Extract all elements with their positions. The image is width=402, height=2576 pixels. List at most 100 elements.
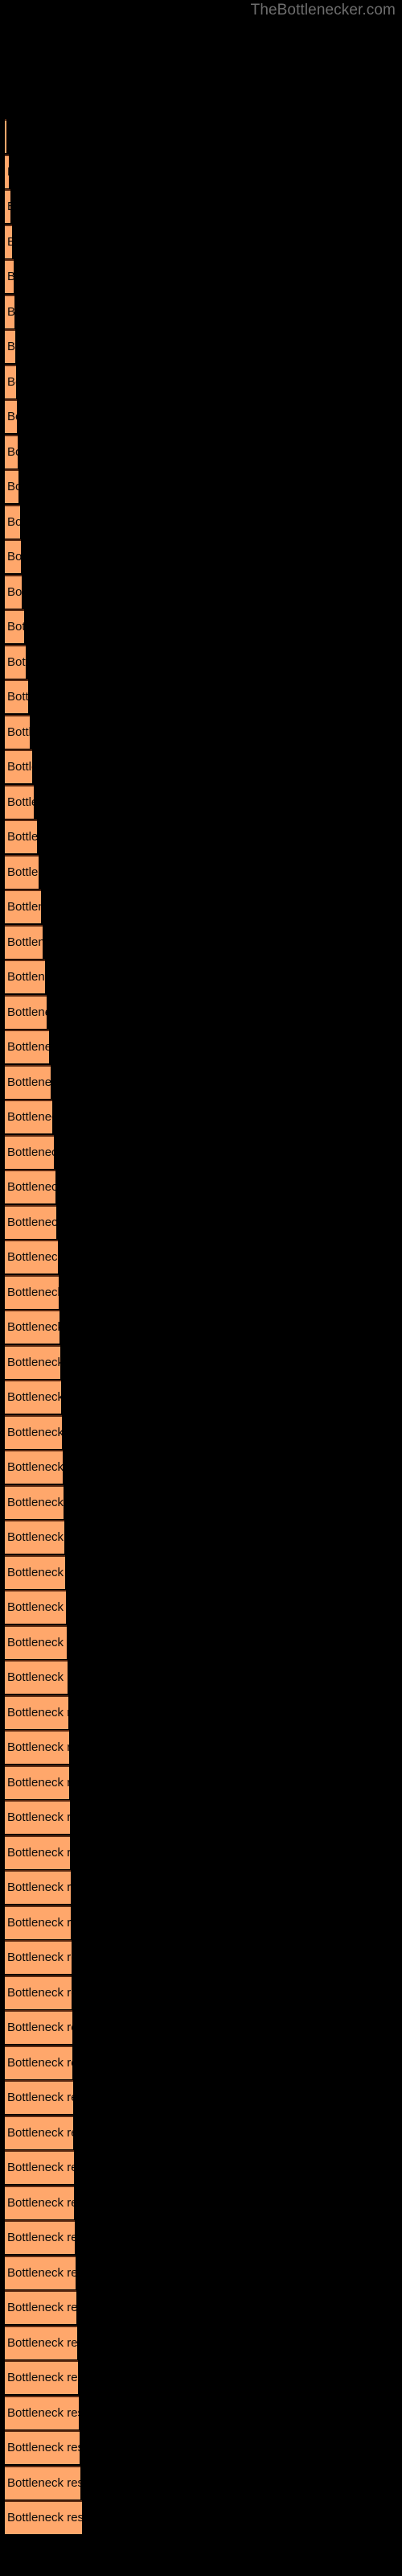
bar-label-clip: Bottleneck result bbox=[5, 785, 34, 819]
bar-label-clip: Bottleneck result bbox=[5, 1310, 59, 1344]
bar-label-clip: Bottleneck result bbox=[5, 715, 30, 749]
bar-label: Bottleneck result bbox=[7, 1180, 55, 1194]
bar-label-clip: Bottleneck result bbox=[5, 1625, 67, 1659]
bar-label-clip: Bottleneck result bbox=[5, 925, 43, 959]
bar-label: Bottleneck result bbox=[7, 1355, 60, 1369]
bar-label-clip: Bottleneck result bbox=[5, 1765, 69, 1799]
bar-label: Bottleneck result bbox=[7, 1110, 52, 1124]
bar-label-clip: Bottleneck result bbox=[5, 890, 41, 923]
bar-label-clip: Bottleneck result bbox=[5, 2186, 74, 2219]
bar-label: Bottleneck result bbox=[7, 2265, 76, 2280]
bar-label-clip: Bottleneck result bbox=[5, 1345, 60, 1379]
bar-label-clip: Bottleneck result bbox=[5, 1170, 55, 1203]
bar-label-clip: Bottleneck result bbox=[5, 1100, 52, 1133]
bar-label: Bottleneck result bbox=[7, 1985, 72, 2000]
bar-label-clip: Bottleneck result bbox=[5, 2150, 74, 2184]
bar-label: Bottleneck result bbox=[7, 1005, 47, 1019]
bar-label-clip: Bottleneck result bbox=[5, 1800, 70, 1834]
bar-label-clip: Bottleneck result bbox=[5, 2010, 72, 2044]
bar-label-clip: Bottleneck result bbox=[5, 1065, 51, 1099]
bar-label: Bottleneck result bbox=[7, 620, 24, 634]
bar-label-clip: Bottleneck result bbox=[5, 1205, 56, 1239]
bar-label-clip: Bottleneck result bbox=[5, 1030, 49, 1063]
bar-label: Bottleneck result bbox=[7, 1600, 66, 1614]
bar-label: Bottleneck result bbox=[7, 1530, 64, 1544]
bar-label-clip: Bottleneck result bbox=[5, 155, 9, 188]
bar-label: Bottleneck result bbox=[7, 1880, 71, 1894]
bar-label-clip: Bottleneck result bbox=[5, 435, 18, 469]
bar-label: Bottleneck result bbox=[7, 304, 14, 319]
bar-label: Bottleneck result bbox=[7, 1740, 69, 1754]
bar-label: Bottleneck result bbox=[7, 550, 21, 564]
bar-label: Bottleneck result bbox=[7, 480, 18, 493]
bar-label: Bottleneck result bbox=[7, 1075, 51, 1089]
bar-label: Bottleneck result bbox=[7, 2161, 74, 2174]
bar-label-clip: Bottleneck result bbox=[5, 1520, 64, 1554]
bar-label: Bottleneck result bbox=[7, 935, 43, 949]
bar-label-clip: Bottleneck result bbox=[5, 1450, 63, 1484]
bar-label: Bottleneck result bbox=[7, 340, 15, 353]
bar-label-clip: Bottleneck result bbox=[5, 1275, 59, 1309]
bar-label: Bottleneck result bbox=[7, 2055, 72, 2070]
bar-label: Bottleneck result bbox=[7, 724, 30, 739]
bar-label: Bottleneck result bbox=[7, 2371, 78, 2384]
bar-label-clip: Bottleneck result bbox=[5, 1555, 65, 1589]
bar-label: Bottleneck result bbox=[7, 2441, 80, 2454]
bar-label: Bottleneck result bbox=[7, 270, 14, 283]
bar-label-clip: Bottleneck result bbox=[5, 2396, 79, 2429]
bar-label: Bottleneck result bbox=[7, 1845, 70, 1860]
bar-label-clip: Bottleneck result bbox=[5, 2046, 72, 2079]
bar-label: Bottleneck result bbox=[7, 970, 45, 984]
bar-label-clip: Bottleneck result bbox=[5, 1240, 58, 1274]
bar-label: Bottleneck result bbox=[7, 155, 9, 188]
bar-label: Bottleneck result bbox=[7, 1775, 69, 1790]
bar-label-clip: Bottleneck result bbox=[5, 1660, 68, 1694]
bar-label: Bottleneck result bbox=[7, 654, 26, 669]
bar-label: Bottleneck result bbox=[7, 1495, 64, 1509]
bar-label-clip: Bottleneck result bbox=[5, 2080, 73, 2114]
bar-label: Bottleneck result bbox=[7, 410, 17, 423]
bar-label: Bottleneck result bbox=[7, 1145, 54, 1159]
bar-label: Bottleneck result bbox=[7, 900, 41, 914]
bar-label-clip: Bottleneck result bbox=[5, 1905, 71, 1939]
bar-label-clip: Bottleneck result bbox=[5, 539, 21, 573]
bar-label: Bottleneck result bbox=[7, 1215, 56, 1229]
bar-label: Bottleneck result bbox=[7, 1565, 65, 1579]
bar-label-clip: Bottleneck result bbox=[5, 1730, 69, 1764]
bar-label: Bottleneck result bbox=[7, 2125, 73, 2140]
bar-label: Bottleneck result bbox=[7, 1635, 67, 1649]
bar-label-clip: Bottleneck result bbox=[5, 1870, 71, 1904]
bar-label-clip: Bottleneck result bbox=[5, 645, 26, 679]
bar-label: Bottleneck result bbox=[7, 795, 34, 809]
bar-label-clip: Bottleneck result bbox=[5, 329, 15, 363]
bar-label-clip: Bottleneck result bbox=[5, 2326, 77, 2359]
bar-label: Bottleneck result bbox=[7, 1460, 63, 1474]
bar-label-clip: Bottleneck result bbox=[5, 609, 24, 643]
bar-label: Bottleneck result bbox=[7, 865, 39, 879]
bar-label: Bottleneck result bbox=[7, 1705, 68, 1719]
bar-label-clip: Bottleneck result bbox=[5, 1135, 54, 1169]
bar-label-clip: Bottleneck result bbox=[5, 1590, 66, 1624]
bar-label-clip: Bottleneck result bbox=[5, 2430, 80, 2464]
bar-label-clip: Bottleneck result bbox=[5, 749, 32, 783]
bar-label-clip: Bottleneck result bbox=[5, 2500, 82, 2534]
bar-label-clip: Bottleneck result bbox=[5, 259, 14, 293]
bar-label-clip: Bottleneck result bbox=[5, 2116, 73, 2149]
bar-label-clip: Bottleneck result bbox=[5, 1940, 72, 1974]
bar-label: Bottleneck result bbox=[7, 830, 37, 844]
bar-label: Bottleneck result bbox=[7, 1425, 62, 1439]
bar-label-clip: Bottleneck result bbox=[5, 365, 16, 398]
bar-label: Bottleneck result bbox=[7, 1040, 49, 1054]
bar-label-clip: Bottleneck result bbox=[5, 1485, 64, 1519]
bar-label-clip: Bottleneck result bbox=[5, 1380, 61, 1414]
bar-label: Bottleneck result bbox=[7, 444, 18, 459]
bar-label-clip: Bottleneck result bbox=[5, 2360, 78, 2394]
bar-label-clip: Bottleneck result bbox=[5, 295, 14, 328]
bar-label: Bottleneck result bbox=[7, 1320, 59, 1334]
bar-label: Bottleneck result bbox=[7, 2021, 72, 2034]
bar-label: Bottleneck result bbox=[7, 584, 22, 599]
bar-label: Bottleneck result bbox=[7, 2511, 82, 2524]
bar-label: Bottleneck result bbox=[7, 1250, 58, 1264]
bar-label: Bottleneck result bbox=[7, 2195, 74, 2210]
bar-label-clip: Bottleneck result bbox=[5, 2256, 76, 2289]
